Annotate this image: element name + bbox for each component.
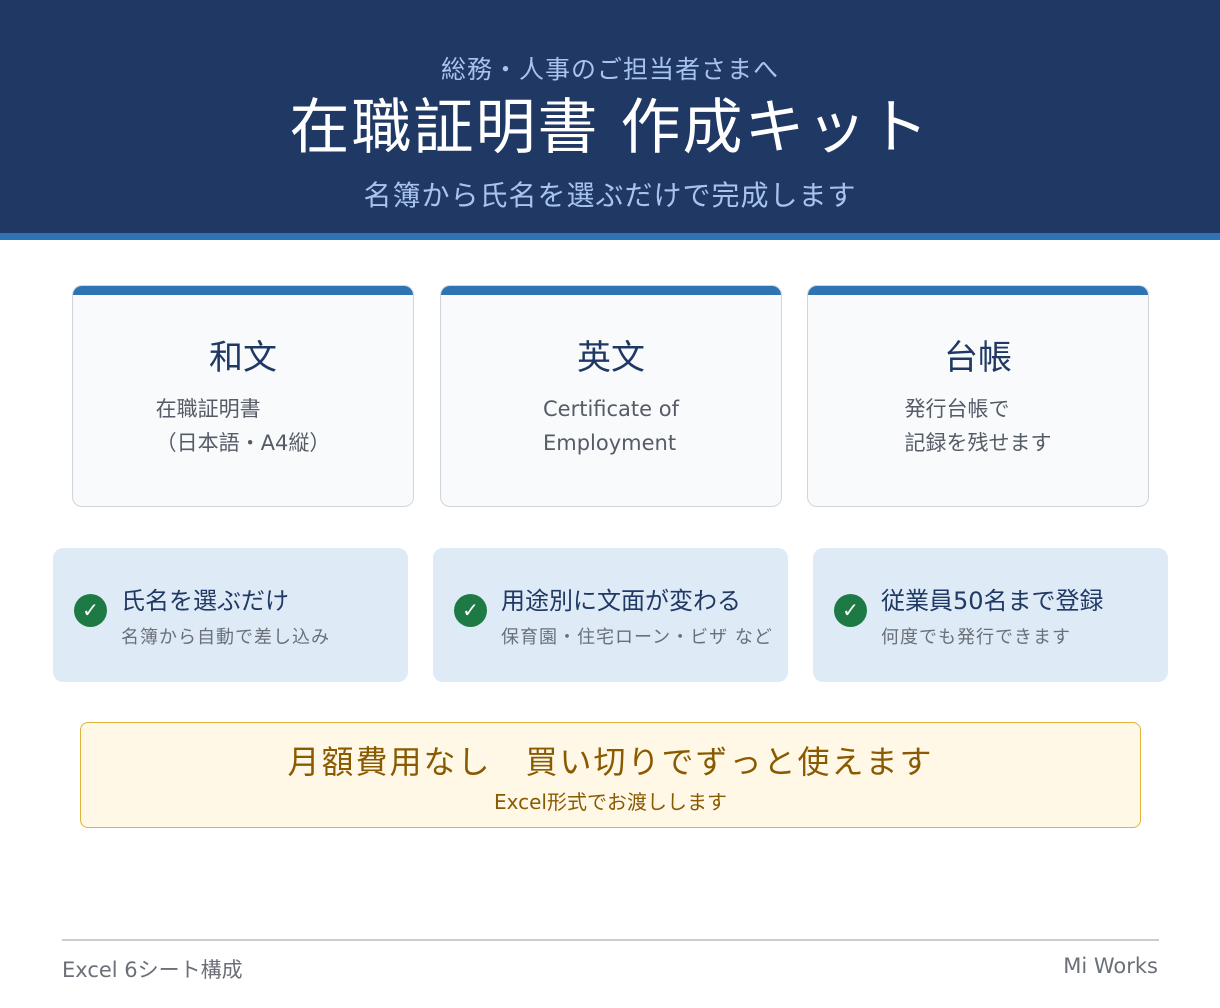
card-line: 記録を残せます: [904, 431, 1052, 455]
feature-subtitle: 名簿から自動で差し込み: [121, 627, 330, 648]
card-body: 発行台帳で 記録を残せます: [808, 392, 1148, 460]
card-line: Employment: [543, 431, 677, 455]
check-icon: ✓: [74, 594, 107, 627]
card-line: 発行台帳で: [904, 397, 1010, 421]
footer-sheet-count: Excel 6シート構成: [62, 958, 243, 982]
card-line: 在職証明書: [155, 397, 261, 421]
feature-subtitle: 何度でも発行できます: [881, 627, 1071, 648]
card-accent-bar: [441, 286, 781, 295]
card-accent-bar: [73, 286, 413, 295]
feature-title: 氏名を選ぶだけ: [121, 587, 289, 615]
pricing-subtitle: Excel形式でお渡しします: [494, 790, 727, 814]
header-eyebrow: 総務・人事のご担当者さまへ: [440, 55, 779, 84]
card-accent-bar: [808, 286, 1148, 295]
page-title: 在職証明書 作成キット: [289, 93, 931, 163]
header-subtitle: 名簿から氏名を選ぶだけで完成します: [363, 179, 857, 212]
footer-brand: Mi Works: [1063, 954, 1158, 978]
card-body: 在職証明書 （日本語・A4縦）: [73, 392, 413, 460]
card-line: （日本語・A4縦）: [155, 431, 331, 455]
feature-select-name: ✓ 氏名を選ぶだけ 名簿から自動で差し込み: [53, 548, 408, 682]
footer-divider: [62, 939, 1159, 941]
check-icon: ✓: [454, 594, 487, 627]
feature-employee-limit: ✓ 従業員50名まで登録 何度でも発行できます: [813, 548, 1168, 682]
card-title: 台帳: [944, 338, 1012, 378]
feature-subtitle: 保育園・住宅ローン・ビザ など: [501, 627, 773, 648]
card-body: Certificate of Employment: [441, 392, 781, 460]
feature-purpose-text: ✓ 用途別に文面が変わる 保育園・住宅ローン・ビザ など: [433, 548, 788, 682]
pricing-banner: 月額費用なし 買い切りでずっと使えます Excel形式でお渡しします: [80, 722, 1141, 828]
card-ledger: 台帳 発行台帳で 記録を残せます: [807, 285, 1149, 507]
pricing-title: 月額費用なし 買い切りでずっと使えます: [287, 743, 934, 781]
feature-title: 用途別に文面が変わる: [501, 587, 741, 615]
check-icon: ✓: [834, 594, 867, 627]
header-banner: 総務・人事のご担当者さまへ 在職証明書 作成キット 名簿から氏名を選ぶだけで完成…: [0, 0, 1220, 240]
card-title: 和文: [209, 338, 277, 378]
feature-title: 従業員50名まで登録: [881, 587, 1104, 615]
card-japanese: 和文 在職証明書 （日本語・A4縦）: [72, 285, 414, 507]
card-english: 英文 Certificate of Employment: [440, 285, 782, 507]
card-title: 英文: [577, 338, 645, 378]
card-line: Certificate of: [543, 397, 679, 421]
